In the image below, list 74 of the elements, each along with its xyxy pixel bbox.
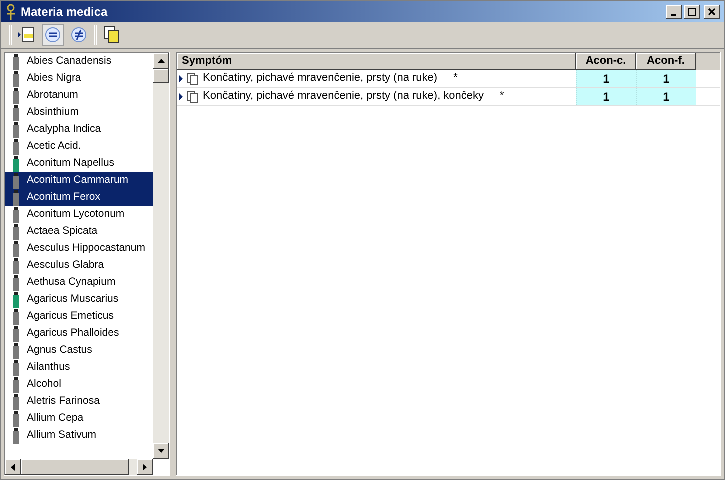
maximize-icon[interactable]: [684, 4, 700, 18]
remedy-name: Agaricus Muscarius: [27, 292, 119, 307]
remedy-item[interactable]: Aesculus Hippocastanum: [5, 240, 153, 257]
remedy-item[interactable]: Aconitum Ferox: [5, 189, 153, 206]
documents-icon: [187, 90, 199, 102]
remedy-name: Aconitum Ferox: [27, 190, 101, 205]
grade-cell: 1: [576, 70, 636, 87]
remedy-name: Acetic Acid.: [27, 138, 82, 154]
horizontal-scrollbar[interactable]: [5, 459, 153, 475]
remedy-item[interactable]: Absinthium: [5, 104, 153, 121]
remedy-item[interactable]: Agnus Castus: [5, 342, 153, 359]
grade-cell: 1: [636, 70, 696, 87]
remedy-name: Abies Nigra: [27, 70, 82, 86]
grade-cell: 1: [576, 88, 636, 105]
grade-cell: 1: [636, 88, 696, 105]
minimize-icon[interactable]: [666, 4, 682, 18]
remedy-item[interactable]: Abrotanum: [5, 87, 153, 104]
remedy-item[interactable]: Aesculus Glabra: [5, 257, 153, 274]
remedy-name: Abies Canadensis: [27, 54, 112, 69]
remedy-item[interactable]: Actaea Spicata: [5, 223, 153, 240]
remedy-name: Allium Cepa: [27, 410, 84, 426]
remedy-name: Aconitum Lycotonum: [27, 206, 125, 222]
remedy-item[interactable]: Alcohol: [5, 376, 153, 393]
left-arrow-icon[interactable]: [11, 464, 15, 470]
remedy-name: Agnus Castus: [27, 342, 92, 358]
remedy-name: Aconitum Cammarum: [27, 172, 129, 188]
remedy-name: Acalypha Indica: [27, 122, 102, 137]
remedy-item[interactable]: Agaricus Phalloides: [5, 325, 153, 342]
remedy-item[interactable]: Aethusa Cynapium: [5, 274, 153, 291]
remedy-item[interactable]: Abies Nigra: [5, 70, 153, 87]
column-header[interactable]: Acon-c.: [576, 53, 636, 70]
remedy-name: Aethusa Cynapium: [27, 274, 116, 290]
remedy-item[interactable]: Abies Canadensis: [5, 53, 153, 70]
remedy-name: Absinthium: [27, 104, 79, 120]
vertical-scrollbar[interactable]: [153, 53, 169, 459]
scroll-thumb[interactable]: [21, 459, 129, 475]
remedy-item[interactable]: Allium Sativum: [5, 427, 153, 444]
asterisk-mark: *: [500, 89, 504, 104]
equals-icon[interactable]: [42, 24, 64, 46]
documents-icon: [187, 72, 199, 84]
asterisk-mark: *: [454, 71, 458, 86]
column-header[interactable]: Acon-f.: [636, 53, 696, 70]
down-arrow-icon[interactable]: [158, 449, 164, 453]
remedy-name: Agaricus Emeticus: [27, 308, 114, 324]
symptom-text: Končatiny, pichavé mravenčenie, prsty (na ruke), končeky: [203, 89, 484, 104]
column-header[interactable]: Symptóm: [177, 53, 576, 70]
symptom-text: Končatiny, pichavé mravenčenie, prsty (na ruke): [203, 71, 438, 86]
close-icon[interactable]: [704, 4, 720, 18]
remedy-name: Actaea Spicata: [27, 224, 98, 239]
right-arrow-icon[interactable]: [143, 464, 147, 470]
remedy-item[interactable]: Acetic Acid.: [5, 138, 153, 155]
remedy-name: Ailanthus: [27, 360, 70, 375]
remedy-item[interactable]: Aconitum Napellus: [5, 155, 153, 172]
remedy-name: Aletris Farinosa: [27, 394, 100, 409]
up-arrow-icon[interactable]: [158, 59, 164, 63]
remedy-item[interactable]: Aconitum Lycotonum: [5, 206, 153, 223]
remedy-name: Alcohol: [27, 376, 62, 392]
remedy-item[interactable]: Aconitum Cammarum: [5, 172, 153, 189]
scroll-thumb[interactable]: [153, 69, 169, 83]
remedy-name: Aesculus Glabra: [27, 258, 104, 273]
remedy-item[interactable]: Agaricus Emeticus: [5, 308, 153, 325]
remedy-name: Abrotanum: [27, 88, 78, 103]
row-pointer-icon: [179, 74, 183, 82]
remedy-item[interactable]: Allium Cepa: [5, 410, 153, 427]
remedy-name: Allium Sativum: [27, 428, 96, 443]
remedy-item[interactable]: Acalypha Indica: [5, 121, 153, 138]
row-pointer-icon: [179, 92, 183, 100]
remedy-item[interactable]: Ailanthus: [5, 359, 153, 376]
remedy-item[interactable]: Agaricus Muscarius: [5, 291, 153, 308]
remedy-name: Agaricus Phalloides: [27, 326, 120, 341]
remedy-name: Aesculus Hippocastanum: [27, 240, 146, 256]
remedy-name: Aconitum Napellus: [27, 156, 115, 171]
window-title: Materia medica: [21, 4, 108, 20]
remedy-item[interactable]: Aletris Farinosa: [5, 393, 153, 410]
